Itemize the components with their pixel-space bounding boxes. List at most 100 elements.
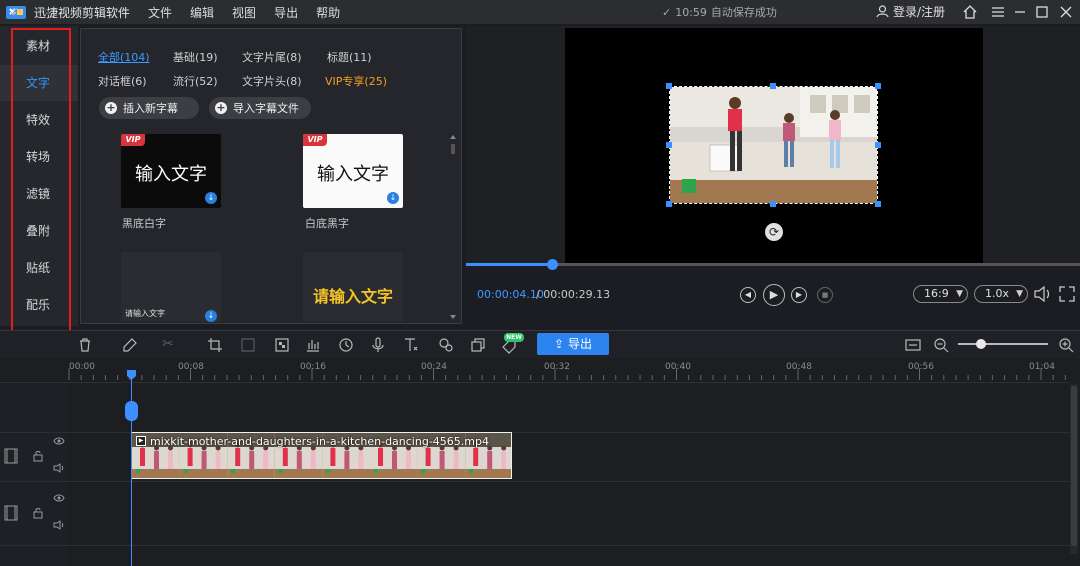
login-button[interactable]: 登录/注册 <box>876 3 945 20</box>
home-icon[interactable] <box>962 4 978 20</box>
eye-icon[interactable] <box>53 494 65 502</box>
video-frame[interactable] <box>669 86 878 204</box>
filter-popular[interactable]: 流行(52) <box>173 73 218 89</box>
play-icon: ▶ <box>769 288 779 301</box>
fullscreen-icon[interactable] <box>1058 285 1076 303</box>
volume-icon[interactable] <box>53 463 65 473</box>
stop-button[interactable]: ■ <box>817 287 833 303</box>
text-icon[interactable] <box>403 337 419 353</box>
template-small-text[interactable]: 请输入文字 ↓ <box>121 252 221 322</box>
menu-help[interactable]: 帮助 <box>316 4 340 21</box>
nav-item-text[interactable]: 文字 <box>0 65 78 101</box>
tick-label: 00:00 <box>69 362 95 372</box>
filter-text-opening[interactable]: 文字片头(8) <box>242 73 302 89</box>
freeze-frame-icon[interactable] <box>240 337 256 353</box>
volume-icon[interactable] <box>53 520 65 530</box>
resize-handle[interactable] <box>666 201 672 207</box>
nav-item-overlay[interactable]: 叠附 <box>0 213 78 249</box>
filter-all[interactable]: 全部(104) <box>98 49 150 65</box>
menu-file[interactable]: 文件 <box>148 4 172 21</box>
resize-handle[interactable] <box>875 142 881 148</box>
close-icon[interactable] <box>1058 4 1074 20</box>
cut-icon[interactable]: ✂ <box>160 336 176 352</box>
download-icon[interactable]: ↓ <box>205 310 217 322</box>
zoom-slider-track[interactable] <box>958 343 1048 345</box>
playback-progress-knob[interactable] <box>546 259 558 270</box>
filter-title[interactable]: 标题(11) <box>327 49 372 65</box>
lock-icon[interactable] <box>32 507 44 519</box>
track-divider <box>0 382 1070 383</box>
check-icon: ✓ <box>662 5 672 19</box>
nav-item-media[interactable]: 素材 <box>0 28 78 64</box>
crop-icon[interactable] <box>207 337 223 353</box>
undo-icon[interactable]: ↶ <box>8 6 24 22</box>
zoom-slider-knob[interactable] <box>975 339 986 349</box>
filter-basic[interactable]: 基础(19) <box>173 49 218 65</box>
prev-frame-button[interactable]: ◀ <box>740 287 756 303</box>
insert-subtitle-button[interactable]: + 插入新字幕 <box>99 97 199 119</box>
fit-timeline-icon[interactable] <box>905 337 921 353</box>
speed-dropdown[interactable]: 1.0x ▼ <box>974 285 1028 303</box>
download-icon[interactable]: ↓ <box>387 192 399 204</box>
play-button[interactable]: ▶ <box>763 284 785 306</box>
menu-edit[interactable]: 编辑 <box>190 4 214 21</box>
nav-item-effects[interactable]: 特效 <box>0 102 78 138</box>
tick-label: 00:32 <box>544 362 570 372</box>
nav-item-transitions[interactable]: 转场 <box>0 139 78 175</box>
redo-icon[interactable]: ↷ <box>38 6 54 22</box>
export-label: 导出 <box>567 337 592 351</box>
export-button[interactable]: ⇪ 导出 <box>537 333 609 355</box>
template-black-white[interactable]: 输入文字 VIP ↓ <box>121 134 221 208</box>
mic-icon[interactable] <box>370 337 386 353</box>
menu-export[interactable]: 导出 <box>274 4 298 21</box>
autosave-text: 自动保存成功 <box>710 6 777 19</box>
audio-icon[interactable] <box>305 337 321 353</box>
zoom-in-icon[interactable] <box>1058 337 1074 353</box>
mosaic-icon[interactable] <box>274 337 290 353</box>
track-headers <box>0 382 68 566</box>
rotate-icon[interactable]: ⟳ <box>765 223 783 241</box>
resize-handle[interactable] <box>666 83 672 89</box>
insert-subtitle-label: 插入新字幕 <box>123 102 178 115</box>
library-scrollbar[interactable] <box>449 134 457 320</box>
eye-icon[interactable] <box>53 437 65 445</box>
template-yellow-text[interactable]: 请输入文字 <box>303 252 403 322</box>
template-white-black[interactable]: 输入文字 VIP ↓ <box>303 134 403 208</box>
menu-icon[interactable] <box>990 4 1006 20</box>
resize-handle[interactable] <box>875 201 881 207</box>
aspect-ratio-value: 16:9 <box>924 287 949 300</box>
tick-label: 00:24 <box>421 362 447 372</box>
video-clip[interactable]: ▶ mixkit-mother-and-daughters-in-a-kitch… <box>131 432 512 479</box>
vip-badge: VIP <box>303 134 327 146</box>
playback-progress-track[interactable] <box>466 263 1080 266</box>
resize-handle[interactable] <box>666 142 672 148</box>
filter-vip[interactable]: VIP专享(25) <box>325 73 387 89</box>
nav-item-stickers[interactable]: 贴纸 <box>0 250 78 286</box>
edit-icon[interactable] <box>122 337 138 353</box>
timeline-scrollbar-thumb[interactable] <box>1071 386 1077 546</box>
aspect-ratio-dropdown[interactable]: 16:9 ▼ <box>913 285 968 303</box>
nav-item-music[interactable]: 配乐 <box>0 287 78 323</box>
minimize-icon[interactable] <box>1012 4 1028 20</box>
delete-icon[interactable] <box>77 337 93 353</box>
copy-icon[interactable] <box>470 337 486 353</box>
playhead-marker[interactable] <box>125 401 138 421</box>
resize-handle[interactable] <box>770 83 776 89</box>
filter-text-ending[interactable]: 文字片尾(8) <box>242 49 302 65</box>
zoom-out-icon[interactable] <box>933 337 949 353</box>
film-icon <box>4 505 18 521</box>
film-icon <box>4 448 18 464</box>
filter-dialog[interactable]: 对话框(6) <box>98 73 147 89</box>
resize-handle[interactable] <box>875 83 881 89</box>
lock-icon[interactable] <box>32 450 44 462</box>
nav-item-filters[interactable]: 滤镜 <box>0 176 78 212</box>
volume-icon[interactable] <box>1033 285 1053 303</box>
menu-view[interactable]: 视图 <box>232 4 256 21</box>
download-icon[interactable]: ↓ <box>205 192 217 204</box>
import-subtitle-button[interactable]: + 导入字幕文件 <box>209 97 311 119</box>
maximize-icon[interactable] <box>1034 4 1050 20</box>
resize-handle[interactable] <box>770 201 776 207</box>
speed-icon[interactable] <box>338 337 354 353</box>
voice-change-icon[interactable] <box>438 337 454 353</box>
next-frame-button[interactable]: ▶ <box>791 287 807 303</box>
